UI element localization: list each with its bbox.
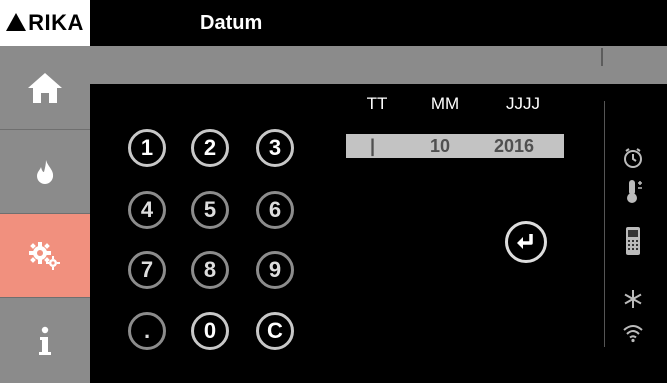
key-4[interactable]: 4	[128, 191, 166, 229]
sidebar-item-settings[interactable]	[0, 214, 90, 298]
clock-status	[620, 145, 646, 171]
day-value[interactable]: |	[370, 134, 375, 158]
sidebar-item-home[interactable]	[0, 46, 90, 130]
month-value[interactable]: 10	[430, 134, 450, 158]
key-5[interactable]: 5	[191, 191, 229, 229]
year-value[interactable]: 2016	[494, 134, 534, 158]
info-bar	[90, 46, 667, 84]
info-bar-divider	[601, 48, 603, 66]
top-bar: RIKA Datum	[0, 0, 667, 46]
info-icon	[39, 326, 51, 355]
gears-icon	[29, 241, 60, 270]
key-clear[interactable]: C	[256, 312, 294, 350]
key-1[interactable]: 1	[128, 129, 166, 167]
day-header: TT	[366, 94, 388, 113]
logo-mark-icon	[6, 13, 27, 31]
flame-icon	[37, 159, 54, 184]
key-8[interactable]: 8	[191, 251, 229, 289]
sidebar-item-info[interactable]	[0, 298, 90, 383]
wifi-status	[620, 320, 646, 346]
sidebar	[0, 46, 90, 383]
logo-text: RIKA	[28, 10, 84, 35]
snowflake-icon	[624, 290, 642, 308]
enter-icon	[517, 234, 533, 249]
key-0[interactable]: 0	[191, 312, 229, 350]
key-3[interactable]: 3	[256, 129, 294, 167]
sidebar-item-heating[interactable]	[0, 130, 90, 214]
key-9[interactable]: 9	[256, 251, 294, 289]
wifi-icon	[623, 325, 643, 343]
clock-icon	[624, 148, 642, 168]
home-icon	[28, 72, 62, 103]
key-7[interactable]: 7	[128, 251, 166, 289]
enter-button[interactable]	[505, 221, 547, 263]
key-dot[interactable]: .	[128, 312, 166, 350]
remote-status	[620, 227, 646, 255]
status-divider	[604, 101, 605, 347]
thermometer-icon	[627, 180, 642, 203]
key-6[interactable]: 6	[256, 191, 294, 229]
snowflake-status	[620, 286, 646, 312]
rika-logo: RIKA	[0, 0, 90, 46]
date-input-field[interactable]: | 10 2016	[346, 134, 564, 158]
key-2[interactable]: 2	[191, 129, 229, 167]
month-header: MM	[430, 94, 460, 113]
thermometer-status	[620, 178, 646, 204]
year-header: JJJJ	[506, 94, 540, 113]
page-title: Datum	[200, 12, 263, 34]
remote-icon	[626, 227, 640, 255]
